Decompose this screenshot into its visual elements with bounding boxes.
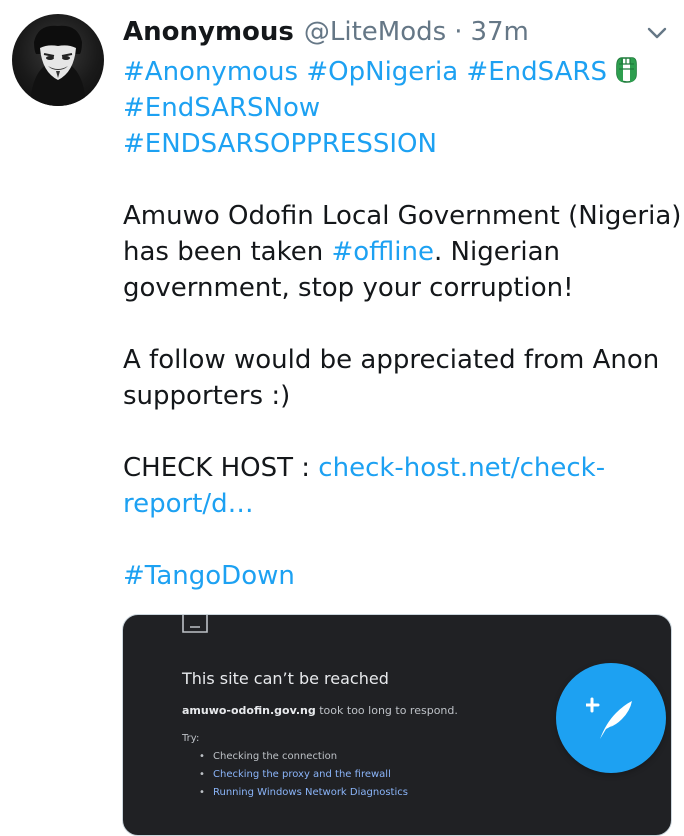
chevron-down-icon[interactable] (644, 20, 670, 46)
check-host-label: CHECK HOST : (123, 453, 319, 483)
para1-line-1: Amuwo Odofin Local Government (Nigeria) (123, 201, 682, 231)
para1-line-3: government, stop your corruption! (123, 273, 574, 303)
display-name[interactable]: Anonymous (123, 17, 294, 47)
tweet-header: Anonymous @LiteMods · 37m (123, 14, 668, 50)
para1-line-2: has been taken #offline. Nigerian (123, 234, 671, 270)
hashtag-tangodown[interactable]: #TangoDown (123, 561, 295, 591)
para1-line-2-pre: has been taken (123, 237, 332, 267)
tango-line: #TangoDown (123, 558, 671, 594)
error-title: This site can’t be reached (182, 669, 389, 688)
para2-line-1: A follow would be appreciated from Anon (123, 345, 660, 375)
para2-line-2: supporters :) (123, 381, 291, 411)
error-detail: amuwo-odofin.gov.ng took too long to res… (182, 704, 458, 717)
try-item: Running Windows Network Diagnostics (199, 784, 408, 802)
check-host-link[interactable]: check-host.net/check- (318, 453, 605, 483)
try-item: Checking the connection (199, 748, 408, 766)
hashtag-anonymous[interactable]: #Anonymous (123, 57, 298, 87)
hashtag-line-2: #EndSARSNow (123, 90, 671, 126)
hashtag-line-3: #ENDSARSOPPRESSION (123, 126, 671, 162)
timestamp[interactable]: 37m (470, 17, 528, 47)
hashtag-endsarsoppression[interactable]: #ENDSARSOPPRESSION (123, 129, 437, 159)
check-host-line: CHECK HOST : check-host.net/check- (123, 450, 671, 486)
avatar[interactable] (12, 14, 104, 106)
sad-page-icon (182, 615, 208, 633)
tweet-body: #Anonymous #OpNigeria #EndSARS #EndSARSN… (123, 54, 682, 594)
try-label: Try: (182, 733, 200, 744)
try-list: Checking the connection Checking the pro… (199, 748, 408, 802)
hashtag-endsarsnow[interactable]: #EndSARSNow (123, 93, 320, 123)
user-handle[interactable]: @LiteMods (304, 17, 446, 47)
hashtag-endsars[interactable]: #EndSARS (466, 57, 607, 87)
check-host-link-cont: report/d… (123, 486, 671, 522)
compose-feather-icon (586, 697, 632, 739)
raised-fist-emoji-icon (616, 57, 637, 83)
hashtag-line-1: #Anonymous #OpNigeria #EndSARS (123, 54, 671, 90)
compose-tweet-button[interactable] (556, 663, 666, 773)
para1-line-2-post: . Nigerian (434, 237, 561, 267)
check-host-link-continued[interactable]: report/d… (123, 489, 254, 519)
error-host: amuwo-odofin.gov.ng (182, 704, 316, 717)
separator-dot: · (454, 17, 463, 47)
hashtag-offline[interactable]: #offline (331, 237, 434, 267)
error-detail-text: took too long to respond. (315, 704, 458, 717)
try-item: Checking the proxy and the firewall (199, 766, 408, 784)
previous-tweet-remnant: ⋯ (80, 0, 100, 10)
anonymous-mask-icon (30, 25, 86, 106)
hashtag-opnigeria[interactable]: #OpNigeria (306, 57, 458, 87)
